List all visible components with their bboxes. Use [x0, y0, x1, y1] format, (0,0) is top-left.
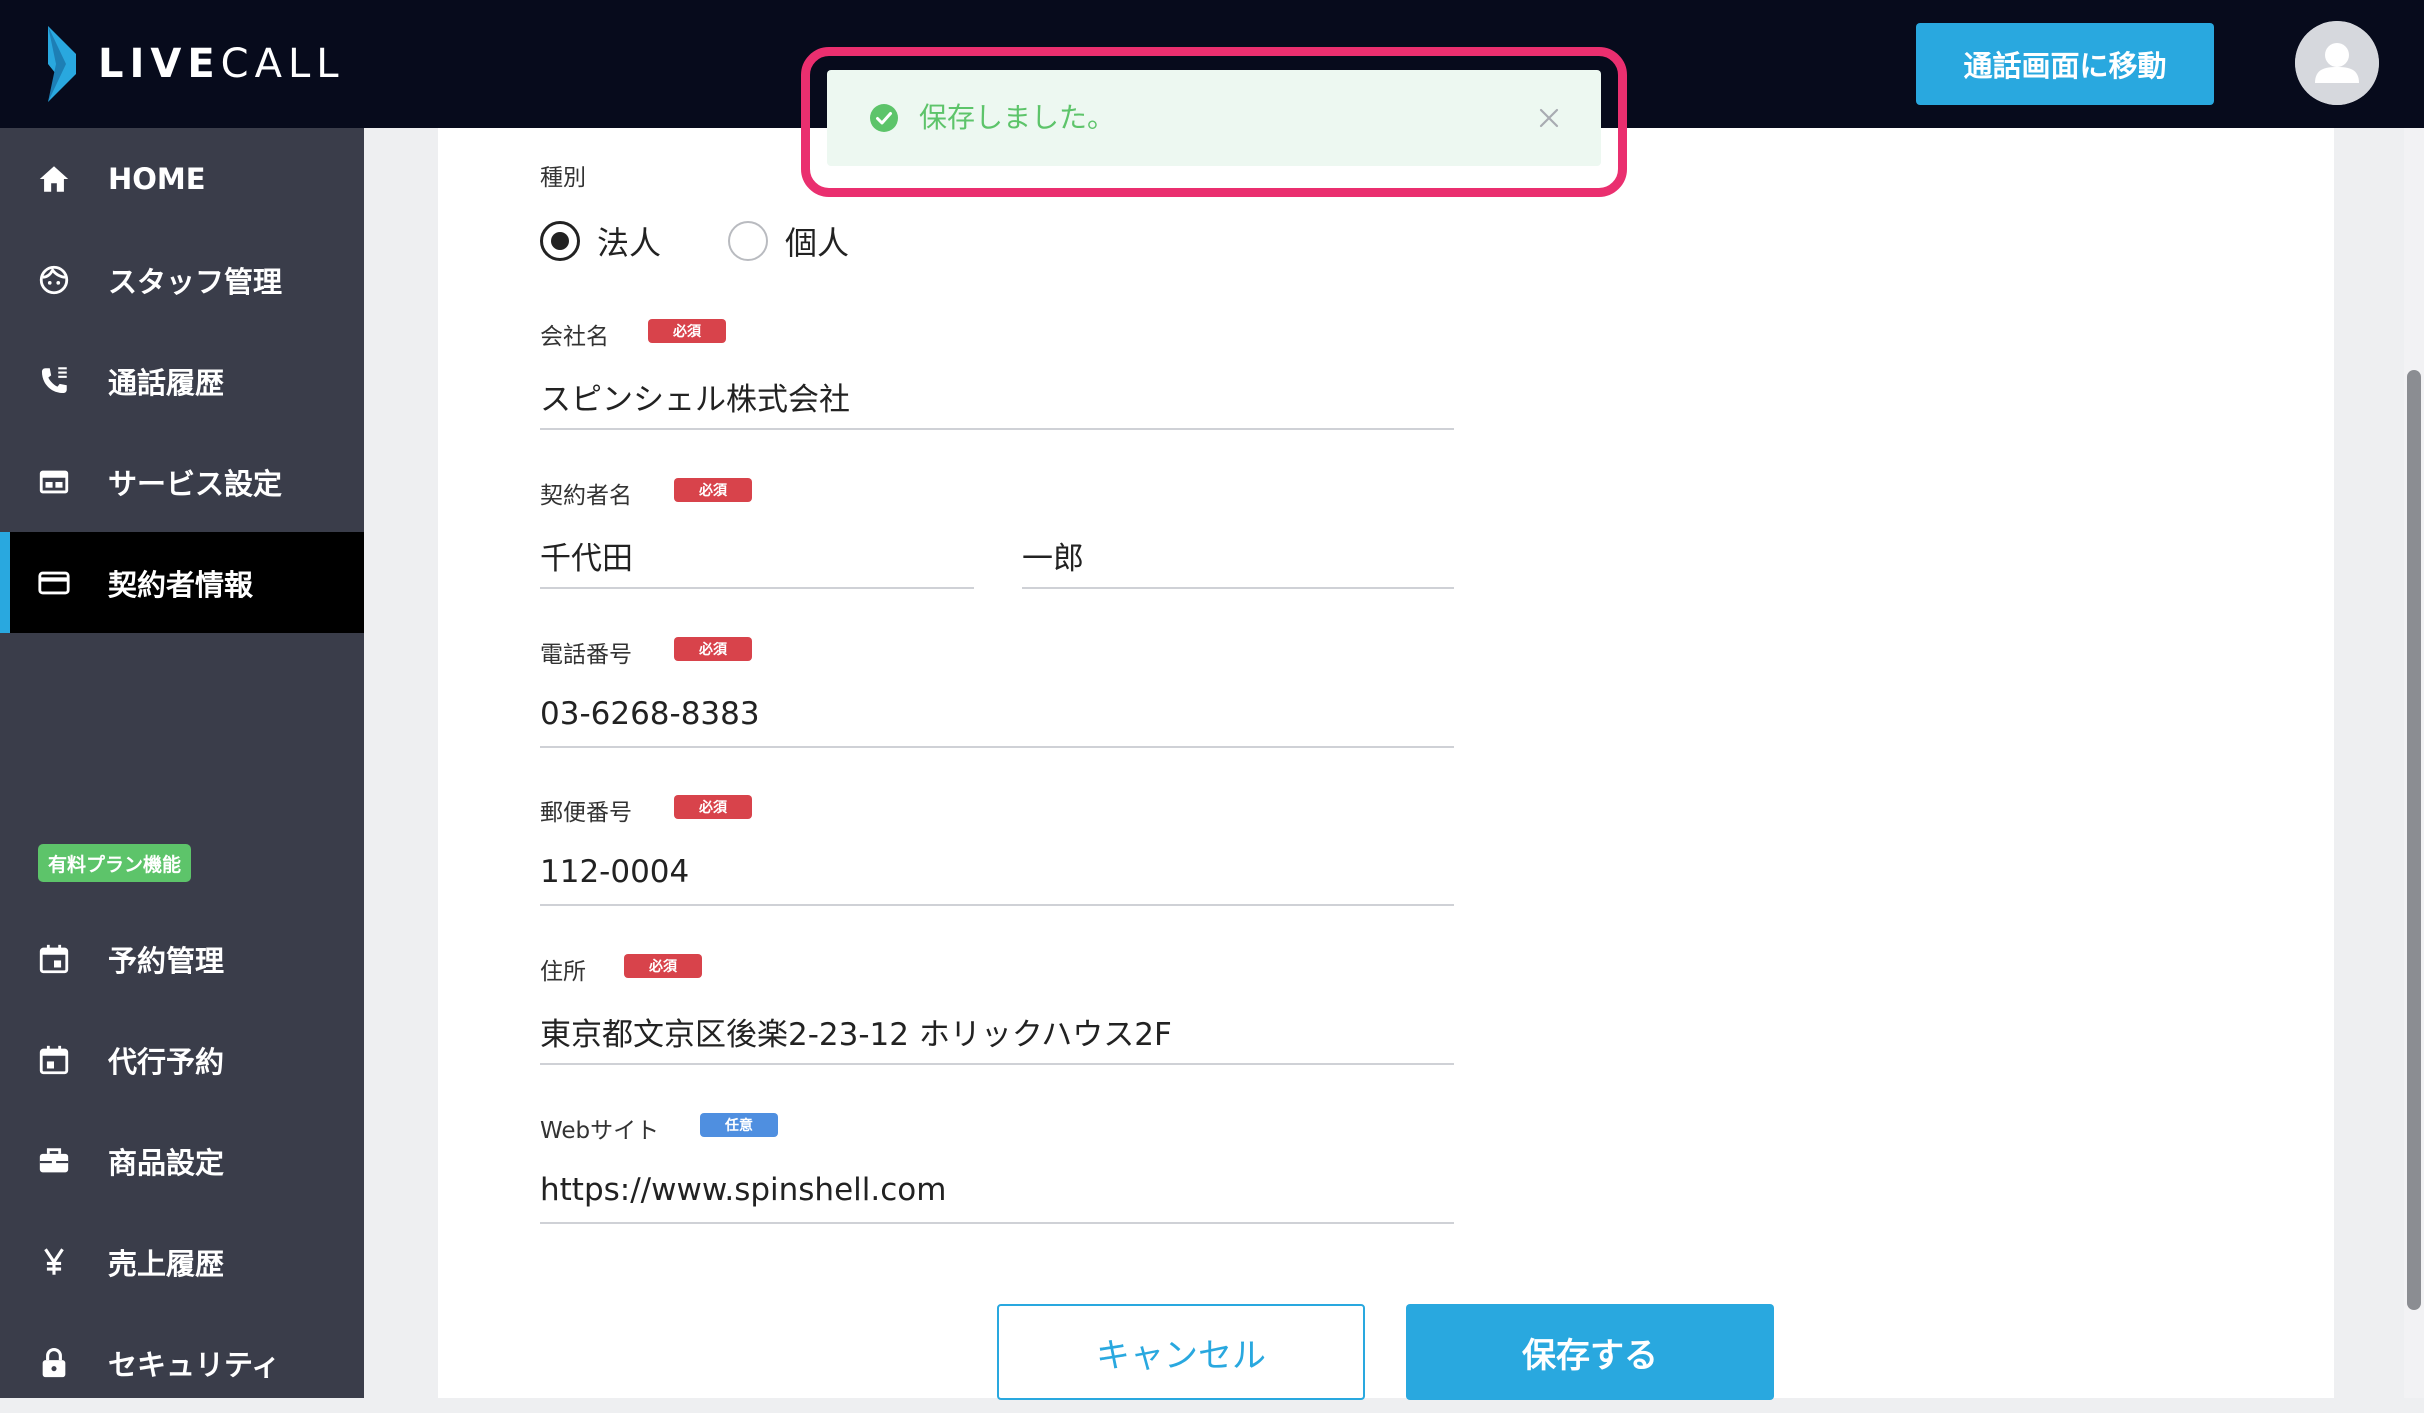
sidebar-item-contractor-info[interactable]: 契約者情報 — [0, 532, 364, 633]
sidebar-item-product-settings[interactable]: 商品設定 — [0, 1110, 364, 1211]
sidebar-item-label: 通話履歴 — [108, 365, 225, 400]
sidebar-item-label: サービス設定 — [108, 466, 283, 501]
website-input[interactable] — [540, 1158, 1454, 1224]
address-label: 住所 — [540, 959, 586, 985]
contractor-label: 契約者名 — [540, 483, 632, 509]
save-button[interactable]: 保存する — [1406, 1304, 1774, 1400]
contractor-last-name-input[interactable] — [540, 523, 974, 589]
radio-label: 法人 — [597, 224, 662, 262]
required-badge: 必須 — [674, 637, 752, 661]
postal-label: 郵便番号 — [540, 800, 632, 826]
card-icon — [36, 565, 72, 601]
radio-label: 個人 — [785, 224, 850, 262]
sidebar-item-call-history[interactable]: 通話履歴 — [0, 330, 364, 431]
home-icon — [36, 161, 72, 197]
scrollbar-thumb[interactable] — [2407, 370, 2421, 1310]
postal-code-input[interactable] — [540, 840, 1454, 906]
sidebar-item-sales-history[interactable]: 売上履歴 — [0, 1211, 364, 1312]
radio-circle — [728, 221, 768, 261]
address-input[interactable] — [540, 999, 1454, 1065]
optional-badge: 任意 — [700, 1113, 778, 1137]
goto-call-screen-button[interactable]: 通話画面に移動 — [1916, 23, 2214, 105]
calendar-icon — [36, 941, 72, 977]
logo-chevron-icon — [48, 26, 76, 102]
sidebar-item-label: 商品設定 — [108, 1145, 225, 1180]
phone-input[interactable] — [540, 682, 1454, 748]
company-label: 会社名 — [540, 324, 609, 350]
sidebar-item-label: 代行予約 — [108, 1044, 225, 1079]
type-radio-corporate[interactable]: 法人 — [540, 218, 661, 264]
required-badge: 必須 — [674, 795, 752, 819]
logo-text: LIVECALL — [98, 41, 345, 87]
livecall-logo[interactable]: LIVECALL — [44, 26, 345, 102]
toast-highlight-frame — [801, 47, 1627, 197]
sidebar-item-label: 予約管理 — [108, 943, 225, 978]
phone-icon — [36, 363, 72, 399]
yen-icon — [36, 1244, 72, 1280]
sidebar-item-reservations[interactable]: 予約管理 — [0, 908, 364, 1009]
user-avatar[interactable] — [2295, 21, 2379, 105]
contractor-first-name-input[interactable] — [1022, 523, 1454, 589]
sidebar-item-staff[interactable]: スタッフ管理 — [0, 229, 364, 330]
sidebar-item-label: スタッフ管理 — [108, 264, 283, 299]
sidebar-item-label: 契約者情報 — [108, 567, 254, 602]
cancel-button[interactable]: キャンセル — [997, 1304, 1365, 1400]
service-window-icon — [36, 464, 72, 500]
sidebar-item-label: 売上履歴 — [108, 1246, 225, 1281]
required-badge: 必須 — [648, 319, 726, 343]
sidebar-item-home[interactable]: HOME — [0, 128, 364, 229]
staff-face-icon — [36, 262, 72, 298]
user-avatar-icon — [2295, 21, 2379, 105]
required-badge: 必須 — [674, 478, 752, 502]
type-label: 種別 — [540, 165, 586, 191]
lock-icon — [36, 1345, 72, 1381]
calendar-icon — [36, 1042, 72, 1078]
sidebar-item-service-settings[interactable]: サービス設定 — [0, 431, 364, 532]
required-badge: 必須 — [624, 954, 702, 978]
sidebar-item-proxy-reservation[interactable]: 代行予約 — [0, 1009, 364, 1110]
radio-circle — [540, 221, 580, 261]
type-radio-individual[interactable]: 個人 — [728, 218, 849, 264]
sidebar-item-label: HOME — [108, 161, 206, 196]
phone-label: 電話番号 — [540, 642, 632, 668]
company-name-input[interactable] — [540, 364, 1454, 430]
briefcase-icon — [36, 1143, 72, 1179]
paid-plan-badge: 有料プラン機能 — [38, 844, 192, 882]
website-label: Webサイト — [540, 1118, 660, 1144]
sidebar: HOME スタッフ管理 通話履歴 サービス設定 契約者情報 有料プラン機能 予約… — [0, 128, 364, 1398]
sidebar-item-label: セキュリティ — [108, 1347, 281, 1382]
